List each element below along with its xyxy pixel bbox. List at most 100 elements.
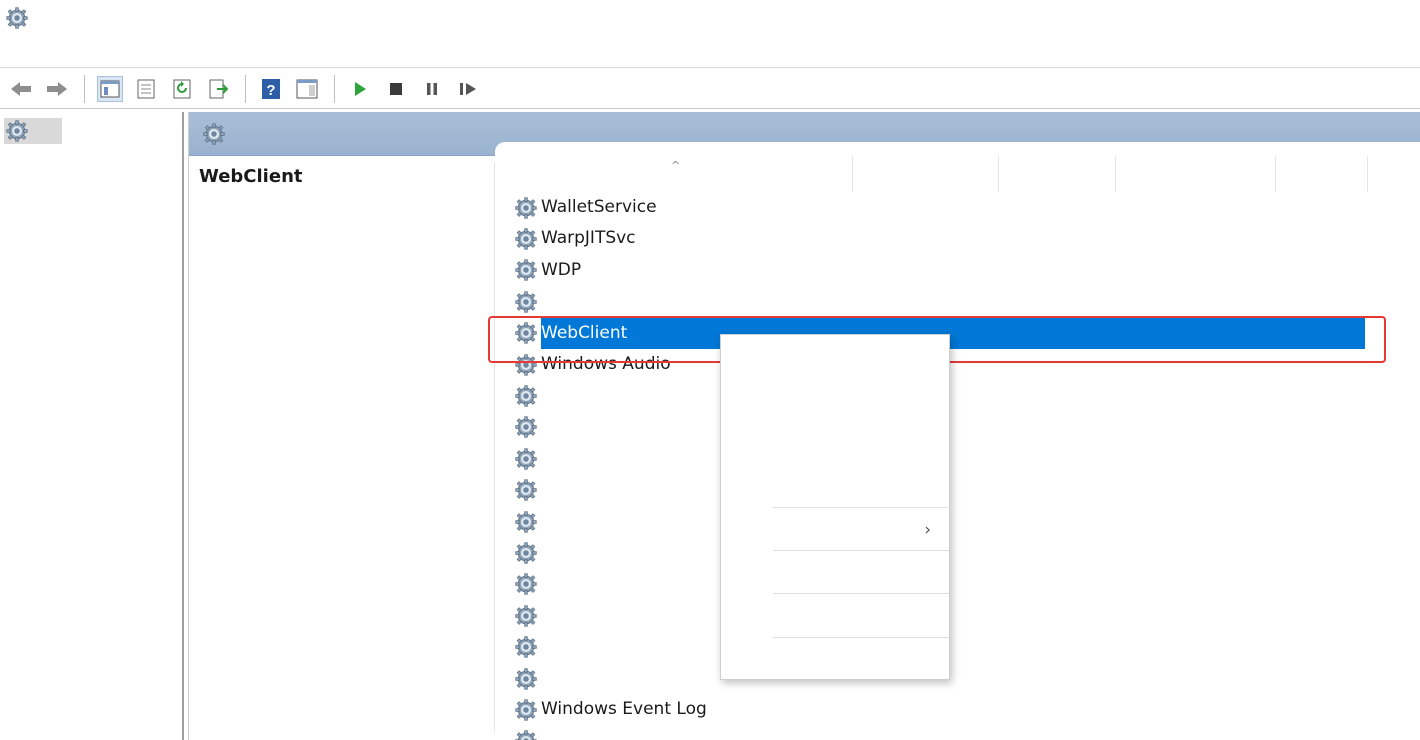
service-row[interactable] — [513, 475, 1420, 506]
service-logon-as — [1281, 443, 1381, 474]
service-startup-type — [1121, 569, 1271, 600]
service-name-cell — [513, 726, 849, 740]
context-menu-item — [721, 405, 949, 437]
stop-service-icon[interactable] — [383, 76, 409, 102]
service-status — [1004, 318, 1104, 349]
column-header-logon-as[interactable] — [1276, 156, 1368, 192]
service-description — [861, 286, 991, 317]
service-name: Windows Audio — [541, 354, 671, 374]
service-status — [1004, 537, 1104, 568]
description-pane: WebClient — [199, 162, 495, 732]
service-name-cell: Windows Event Log — [513, 694, 849, 725]
service-row[interactable] — [513, 726, 1420, 740]
context-menu-item — [721, 471, 949, 503]
service-row[interactable] — [513, 632, 1420, 663]
service-name: Windows Event Log — [541, 699, 707, 720]
service-gear-icon — [515, 605, 537, 627]
title-bar — [0, 0, 1420, 36]
services-gear-icon — [6, 7, 28, 29]
service-logon-as — [1281, 192, 1381, 223]
service-startup-type — [1121, 537, 1271, 568]
properties-sheet-icon[interactable] — [133, 76, 159, 102]
tree-node-services-local[interactable] — [4, 118, 62, 144]
service-row[interactable] — [513, 600, 1420, 631]
service-status — [1004, 694, 1104, 725]
export-list-icon[interactable] — [205, 76, 231, 102]
service-row[interactable]: WDP — [513, 255, 1420, 286]
service-startup-type — [1121, 255, 1271, 286]
show-hide-pane-icon[interactable] — [294, 76, 320, 102]
resume-service-icon[interactable] — [455, 76, 481, 102]
context-menu-separator — [773, 550, 949, 551]
service-startup-type — [1121, 380, 1271, 411]
service-startup-type — [1121, 443, 1271, 474]
service-startup-type — [1121, 663, 1271, 694]
service-name-cell: WalletService — [513, 192, 849, 223]
service-row[interactable] — [513, 286, 1420, 317]
service-row[interactable] — [513, 506, 1420, 537]
list-header: ^ — [513, 156, 1420, 192]
service-description — [861, 223, 991, 254]
service-name-cell — [513, 286, 849, 317]
service-logon-as — [1281, 286, 1381, 317]
context-menu-item[interactable] — [721, 558, 949, 590]
service-gear-icon — [515, 542, 537, 564]
service-row[interactable]: WarpJITSvc — [513, 223, 1420, 254]
service-startup-type — [1121, 726, 1271, 740]
context-menu-item — [721, 372, 949, 404]
service-status — [1004, 600, 1104, 631]
service-gear-icon — [515, 636, 537, 658]
service-name-cell: WarpJITSvc — [513, 223, 849, 254]
context-menu-item[interactable] — [721, 339, 949, 371]
service-row[interactable] — [513, 443, 1420, 474]
column-header-description[interactable] — [856, 156, 999, 192]
context-menu-item[interactable] — [721, 601, 949, 633]
service-gear-icon — [515, 354, 537, 376]
console-tree — [0, 112, 184, 740]
service-description — [861, 255, 991, 286]
toolbar: ? — [0, 69, 1420, 109]
service-name-cell: WDP — [513, 255, 849, 286]
service-logon-as — [1281, 349, 1381, 380]
service-row[interactable]: Windows Audio — [513, 349, 1420, 380]
service-startup-type — [1121, 475, 1271, 506]
service-row[interactable] — [513, 380, 1420, 411]
service-row[interactable]: Windows Event Log — [513, 694, 1420, 725]
service-name: WarpJITSvc — [541, 228, 636, 249]
service-gear-icon — [515, 228, 537, 250]
service-gear-icon — [515, 197, 537, 219]
service-status — [1004, 475, 1104, 506]
service-row[interactable] — [513, 537, 1420, 568]
service-startup-type — [1121, 223, 1271, 254]
service-status — [1004, 726, 1104, 740]
service-gear-icon — [515, 730, 537, 740]
column-header-startup-type[interactable] — [1116, 156, 1276, 192]
service-row[interactable]: WebClient — [513, 317, 1420, 349]
service-gear-icon — [515, 448, 537, 470]
refresh-icon[interactable] — [169, 76, 195, 102]
service-row[interactable] — [513, 663, 1420, 694]
column-header-status[interactable] — [999, 156, 1116, 192]
service-row[interactable] — [513, 412, 1420, 443]
context-menu-item[interactable] — [721, 645, 949, 677]
pause-service-icon[interactable] — [419, 76, 445, 102]
submenu-chevron-icon: › — [924, 520, 931, 540]
service-status — [1004, 255, 1104, 286]
service-logon-as — [1281, 318, 1381, 349]
service-logon-as — [1281, 726, 1381, 740]
service-gear-icon — [515, 573, 537, 595]
service-row[interactable] — [513, 569, 1420, 600]
service-row[interactable]: WalletService — [513, 192, 1420, 223]
service-logon-as — [1281, 255, 1381, 286]
service-name: WebClient — [541, 322, 628, 343]
context-menu-item[interactable]: › — [721, 514, 949, 546]
console-tree-icon[interactable] — [97, 75, 123, 102]
service-startup-type — [1121, 412, 1271, 443]
forward-arrow-icon[interactable] — [44, 76, 70, 102]
service-status — [1004, 506, 1104, 537]
column-header-name[interactable]: ^ — [513, 156, 853, 192]
start-service-icon[interactable] — [347, 76, 373, 102]
service-gear-icon — [515, 259, 537, 281]
back-arrow-icon[interactable] — [8, 76, 34, 102]
help-icon[interactable]: ? — [258, 76, 284, 102]
